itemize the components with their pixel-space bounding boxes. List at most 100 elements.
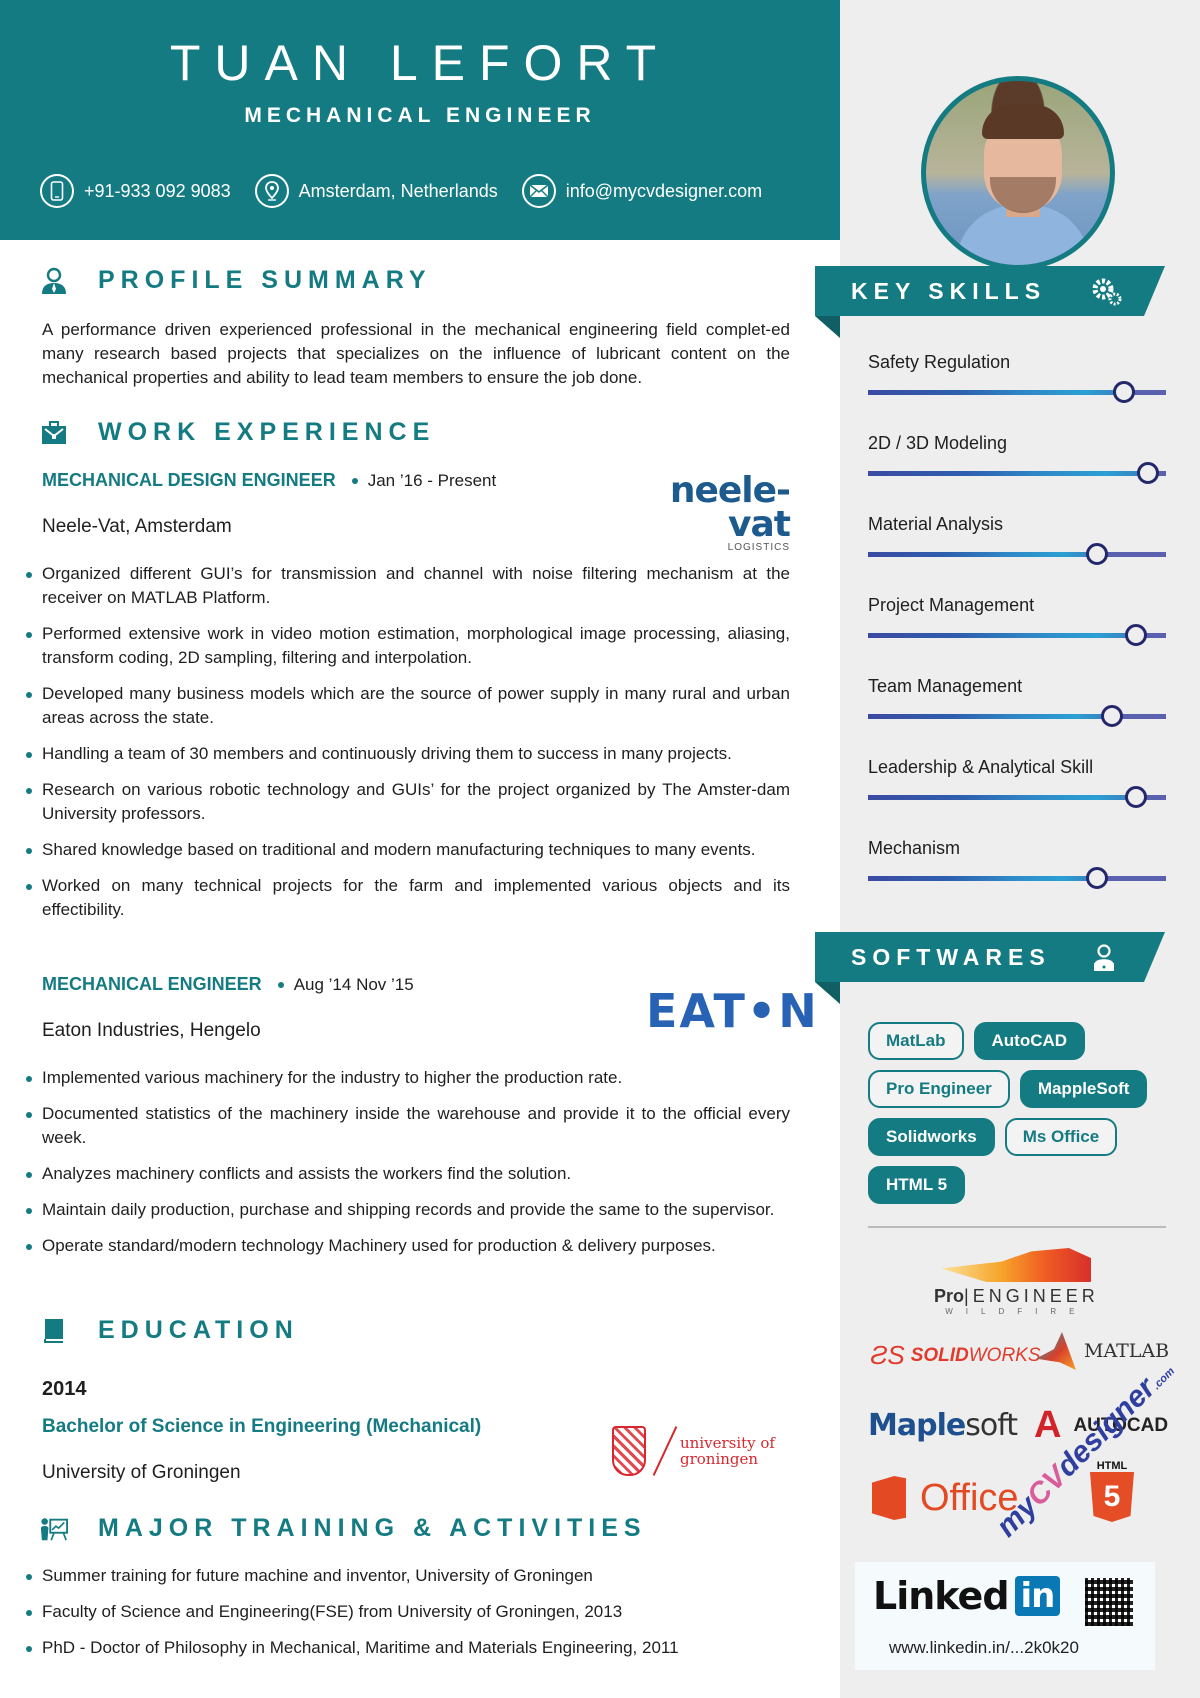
list-item: Organized different GUI’s for transmissi…	[24, 562, 790, 610]
html5-logo-label: HTML	[1096, 1460, 1128, 1472]
linkedin-card[interactable]: Linked in www.linkedin.in/...2k0k20	[855, 1562, 1155, 1670]
section-heading: KEY SKILLS	[851, 278, 1047, 304]
skill-item: Mechanism	[868, 838, 1168, 889]
skill-item: 2D / 3D Modeling	[868, 433, 1168, 484]
software-chip: Pro Engineer	[868, 1070, 1010, 1108]
maplesoft-logo: Maple soft	[868, 1408, 1018, 1443]
job-1-bullets: Organized different GUI’s for transmissi…	[24, 562, 790, 934]
skill-slider-track[interactable]	[868, 462, 1166, 484]
autocad-a-icon: A	[1034, 1404, 1062, 1446]
education-degree: Bachelor of Science in Engineering (Mech…	[42, 1416, 482, 1437]
skill-slider-knob[interactable]	[1137, 462, 1160, 484]
skill-label: Material Analysis	[868, 514, 1004, 534]
skill-slider-track[interactable]	[868, 381, 1166, 403]
skill-slider-fill	[868, 876, 1098, 881]
skill-slider-track[interactable]	[868, 786, 1166, 808]
job-company: Eaton Industries, Hengelo	[42, 1020, 261, 1041]
contact-phone[interactable]: +91-933 092 9083	[40, 174, 231, 208]
neele-vat-logo-subtext: LOGISTICS	[727, 542, 790, 553]
list-item: Documented statistics of the machinery i…	[24, 1102, 790, 1150]
section-training: MAJOR TRAINING & ACTIVITIES	[40, 1514, 647, 1543]
section-heading: EDUCATION	[98, 1316, 299, 1344]
location-pin-icon	[254, 174, 289, 208]
linkedin-in-icon: in	[1014, 1576, 1061, 1616]
education-school: University of Groningen	[42, 1462, 241, 1483]
skill-label: Team Management	[868, 676, 1023, 696]
list-item: Shared knowledge based on traditional an…	[24, 838, 790, 862]
pro-engineer-logo-subtext: WILDFIRE	[945, 1307, 1088, 1316]
skill-slider-track[interactable]	[868, 867, 1166, 889]
skill-item: Project Management	[868, 595, 1168, 646]
book-icon	[40, 1317, 68, 1345]
html5-shield-icon: 5	[1090, 1472, 1134, 1522]
software-chip: HTML 5	[868, 1166, 966, 1204]
university-groningen-logo: university of groningen	[612, 1424, 775, 1478]
skill-slider-track[interactable]	[868, 705, 1166, 727]
phone-text: +91-933 092 9083	[84, 180, 231, 201]
ds-icon: ƧS	[870, 1340, 905, 1370]
skill-slider-fill	[868, 795, 1137, 800]
computer-user-icon	[1091, 943, 1121, 973]
candidate-role: MECHANICAL ENGINEER	[244, 104, 596, 127]
section-education: EDUCATION	[40, 1316, 299, 1345]
linkedin-url[interactable]: www.linkedin.in/...2k0k20	[889, 1638, 1079, 1658]
chip-row: Solidworks Ms Office	[868, 1118, 1168, 1156]
qr-code-icon	[1085, 1578, 1133, 1626]
skill-slider-track[interactable]	[868, 624, 1166, 646]
chip-row: MatLab AutoCAD	[868, 1022, 1168, 1060]
pro-engineer-logo-pro: Pro	[934, 1286, 965, 1306]
maplesoft-logo-maple: Maple	[868, 1408, 966, 1443]
separator-dot	[351, 477, 358, 484]
presentation-icon	[40, 1515, 68, 1543]
linkedin-logo: Linked in	[873, 1574, 1061, 1618]
software-chip: Solidworks	[868, 1118, 995, 1156]
list-item: Performed extensive work in video motion…	[24, 622, 790, 670]
logo-slash	[652, 1426, 678, 1476]
email-icon	[521, 174, 556, 208]
skill-slider-track[interactable]	[868, 543, 1166, 565]
skill-slider-fill	[868, 471, 1149, 476]
solidworks-logo-solid: SOLID	[910, 1344, 969, 1366]
job-dates: Jan ’16 - Present	[367, 470, 497, 490]
neele-vat-logo-text: neele-vat	[669, 470, 791, 545]
html5-logo: HTML 5	[1090, 1460, 1134, 1522]
softwares-ribbon: SOFTWARES	[815, 932, 1165, 982]
education-year: 2014	[42, 1378, 87, 1400]
job-title-row-2: MECHANICAL ENGINEER Aug ’14 Nov ’15	[42, 974, 414, 995]
gears-icon	[1091, 277, 1122, 307]
list-item: Analyzes machinery conflicts and assists…	[24, 1162, 790, 1186]
chip-row: HTML 5	[868, 1166, 1168, 1204]
skill-item: Material Analysis	[868, 514, 1168, 565]
software-chip: Ms Office	[1004, 1118, 1118, 1156]
skill-label: Project Management	[868, 595, 1035, 615]
list-item: Maintain daily production, purchase and …	[24, 1198, 790, 1222]
skill-slider-fill	[868, 390, 1125, 395]
skill-label: 2D / 3D Modeling	[868, 433, 1008, 453]
skill-item: Safety Regulation	[868, 352, 1168, 403]
solidworks-logo-works: WORKS	[968, 1344, 1041, 1366]
briefcase-icon	[40, 419, 68, 447]
software-chips: MatLab AutoCAD Pro Engineer MappleSoft S…	[868, 1022, 1168, 1214]
job-title-row-1: MECHANICAL DESIGN ENGINEER Jan ’16 - Pre…	[42, 470, 496, 491]
skill-item: Team Management	[868, 676, 1168, 727]
skill-slider-fill	[868, 633, 1137, 638]
list-item: PhD - Doctor of Philosophy in Mechanical…	[24, 1636, 790, 1660]
skill-label: Safety Regulation	[868, 352, 1011, 372]
list-item: Research on various robotic technology a…	[24, 778, 790, 826]
chip-row: Pro Engineer MappleSoft	[868, 1070, 1168, 1108]
job-company: Neele-Vat, Amsterdam	[42, 516, 232, 537]
contact-row: +91-933 092 9083 Amsterdam, Netherlands …	[40, 174, 786, 208]
flame-icon	[941, 1248, 1092, 1282]
contact-email[interactable]: info@mycvdesigner.com	[521, 174, 762, 208]
location-text: Amsterdam, Netherlands	[298, 180, 498, 201]
solidworks-logo: ƧS SOLID WORKS	[870, 1340, 1041, 1371]
pro-engineer-logo-text: Pro|ENGINEER	[934, 1286, 1099, 1306]
university-logo-line-1: university of	[680, 1434, 775, 1452]
software-chip: MatLab	[868, 1022, 964, 1060]
skill-item: Leadership & Analytical Skill	[868, 757, 1168, 808]
list-item: Implemented various machinery for the in…	[24, 1066, 790, 1090]
maplesoft-logo-soft: soft	[965, 1408, 1018, 1443]
pro-engineer-logo: Pro|ENGINEER WILDFIRE	[934, 1248, 1099, 1316]
skill-slider-fill	[868, 714, 1113, 719]
software-chip: AutoCAD	[973, 1022, 1086, 1060]
